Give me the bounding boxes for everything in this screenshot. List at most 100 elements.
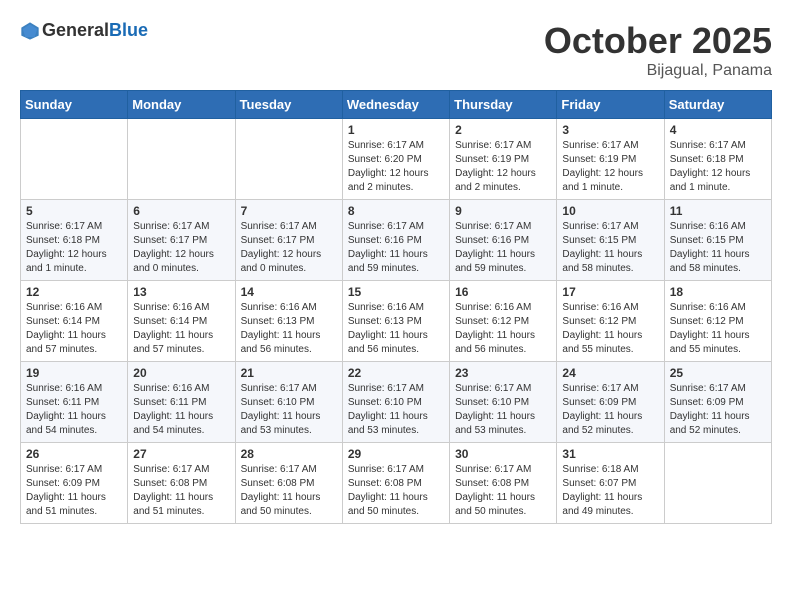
day-of-week-header: Friday [557, 91, 664, 119]
day-number: 15 [348, 285, 444, 299]
calendar-day-cell: 31 Sunrise: 6:18 AM Sunset: 6:07 PM Dayli… [557, 443, 664, 524]
day-number: 18 [670, 285, 766, 299]
calendar-day-cell: 21Sunrise: 6:17 AM Sunset: 6:10 PM Dayli… [235, 362, 342, 443]
calendar-day-cell: 7 Sunrise: 6:17 AM Sunset: 6:17 PM Daylig… [235, 200, 342, 281]
day-info: Sunrise: 6:16 AM Sunset: 6:14 PM Dayligh… [26, 301, 122, 357]
day-number: 31 [562, 447, 658, 461]
page-header: GeneralBlue October 2025 Bijagual, Panam… [20, 20, 772, 80]
day-info: Sunrise: 6:17 AM Sunset: 6:10 PM Dayligh… [348, 382, 444, 438]
day-of-week-header: Tuesday [235, 91, 342, 119]
calendar-day-cell: 9 Sunrise: 6:17 AM Sunset: 6:16 PM Daylig… [450, 200, 557, 281]
day-info: Sunrise: 6:17 AM Sunset: 6:09 PM Dayligh… [562, 382, 658, 438]
calendar-week-row: 19 Sunrise: 6:16 AM Sunset: 6:11 PM Dayli… [21, 362, 772, 443]
calendar-day-cell: 25 Sunrise: 6:17 AM Sunset: 6:09 PM Dayli… [664, 362, 771, 443]
calendar-header-row: SundayMondayTuesdayWednesdayThursdayFrid… [21, 91, 772, 119]
day-info: Sunrise: 6:17 AM Sunset: 6:19 PM Dayligh… [455, 139, 551, 195]
calendar-day-cell: 20 Sunrise: 6:16 AM Sunset: 6:11 PM Dayli… [128, 362, 235, 443]
day-number: 6 [133, 204, 229, 218]
day-info: Sunrise: 6:16 AM Sunset: 6:11 PM Dayligh… [26, 382, 122, 438]
calendar-day-cell: 29 Sunrise: 6:17 AM Sunset: 6:08 PM Dayli… [342, 443, 449, 524]
month-title: October 2025 [544, 20, 772, 62]
calendar-week-row: 1 Sunrise: 6:17 AM Sunset: 6:20 PM Daylig… [21, 119, 772, 200]
calendar-day-cell: 14 Sunrise: 6:16 AM Sunset: 6:13 PM Dayli… [235, 281, 342, 362]
day-number: 19 [26, 366, 122, 380]
calendar-day-cell: 22Sunrise: 6:17 AM Sunset: 6:10 PM Dayli… [342, 362, 449, 443]
calendar-table: SundayMondayTuesdayWednesdayThursdayFrid… [20, 90, 772, 524]
calendar-day-cell: 16 Sunrise: 6:16 AM Sunset: 6:12 PM Dayli… [450, 281, 557, 362]
calendar-day-cell: 15 Sunrise: 6:16 AM Sunset: 6:13 PM Dayli… [342, 281, 449, 362]
day-info: Sunrise: 6:18 AM Sunset: 6:07 PM Dayligh… [562, 463, 658, 519]
calendar-day-cell: 13 Sunrise: 6:16 AM Sunset: 6:14 PM Dayli… [128, 281, 235, 362]
calendar-day-cell: 1 Sunrise: 6:17 AM Sunset: 6:20 PM Daylig… [342, 119, 449, 200]
title-block: October 2025 Bijagual, Panama [544, 20, 772, 80]
day-info: Sunrise: 6:16 AM Sunset: 6:13 PM Dayligh… [348, 301, 444, 357]
day-info: Sunrise: 6:17 AM Sunset: 6:08 PM Dayligh… [348, 463, 444, 519]
day-number: 12 [26, 285, 122, 299]
calendar-week-row: 12 Sunrise: 6:16 AM Sunset: 6:14 PM Dayli… [21, 281, 772, 362]
calendar-day-cell: 17Sunrise: 6:16 AM Sunset: 6:12 PM Dayli… [557, 281, 664, 362]
day-info: Sunrise: 6:16 AM Sunset: 6:12 PM Dayligh… [455, 301, 551, 357]
day-number: 20 [133, 366, 229, 380]
calendar-day-cell: 8Sunrise: 6:17 AM Sunset: 6:16 PM Daylig… [342, 200, 449, 281]
day-number: 13 [133, 285, 229, 299]
day-number: 9 [455, 204, 551, 218]
logo-blue-text: Blue [109, 20, 148, 40]
day-info: Sunrise: 6:17 AM Sunset: 6:17 PM Dayligh… [133, 220, 229, 276]
day-info: Sunrise: 6:17 AM Sunset: 6:18 PM Dayligh… [26, 220, 122, 276]
day-number: 1 [348, 123, 444, 137]
day-info: Sunrise: 6:16 AM Sunset: 6:15 PM Dayligh… [670, 220, 766, 276]
day-info: Sunrise: 6:16 AM Sunset: 6:12 PM Dayligh… [562, 301, 658, 357]
day-number: 3 [562, 123, 658, 137]
calendar-day-cell [21, 119, 128, 200]
calendar-day-cell: 27 Sunrise: 6:17 AM Sunset: 6:08 PM Dayli… [128, 443, 235, 524]
day-of-week-header: Thursday [450, 91, 557, 119]
day-info: Sunrise: 6:16 AM Sunset: 6:12 PM Dayligh… [670, 301, 766, 357]
day-info: Sunrise: 6:17 AM Sunset: 6:16 PM Dayligh… [348, 220, 444, 276]
calendar-day-cell: 4Sunrise: 6:17 AM Sunset: 6:18 PM Daylig… [664, 119, 771, 200]
day-info: Sunrise: 6:16 AM Sunset: 6:13 PM Dayligh… [241, 301, 337, 357]
day-info: Sunrise: 6:17 AM Sunset: 6:15 PM Dayligh… [562, 220, 658, 276]
day-info: Sunrise: 6:16 AM Sunset: 6:11 PM Dayligh… [133, 382, 229, 438]
day-number: 23 [455, 366, 551, 380]
calendar-day-cell: 10 Sunrise: 6:17 AM Sunset: 6:15 PM Dayli… [557, 200, 664, 281]
day-info: Sunrise: 6:17 AM Sunset: 6:09 PM Dayligh… [670, 382, 766, 438]
day-number: 2 [455, 123, 551, 137]
day-info: Sunrise: 6:17 AM Sunset: 6:10 PM Dayligh… [455, 382, 551, 438]
day-info: Sunrise: 6:17 AM Sunset: 6:20 PM Dayligh… [348, 139, 444, 195]
location-text: Bijagual, Panama [544, 62, 772, 80]
day-of-week-header: Wednesday [342, 91, 449, 119]
day-of-week-header: Sunday [21, 91, 128, 119]
calendar-day-cell: 5 Sunrise: 6:17 AM Sunset: 6:18 PM Daylig… [21, 200, 128, 281]
calendar-day-cell: 11 Sunrise: 6:16 AM Sunset: 6:15 PM Dayli… [664, 200, 771, 281]
day-number: 29 [348, 447, 444, 461]
day-number: 7 [241, 204, 337, 218]
day-number: 25 [670, 366, 766, 380]
day-info: Sunrise: 6:17 AM Sunset: 6:08 PM Dayligh… [455, 463, 551, 519]
day-info: Sunrise: 6:17 AM Sunset: 6:08 PM Dayligh… [133, 463, 229, 519]
calendar-day-cell [235, 119, 342, 200]
day-number: 5 [26, 204, 122, 218]
day-number: 10 [562, 204, 658, 218]
calendar-day-cell [664, 443, 771, 524]
calendar-day-cell: 30 Sunrise: 6:17 AM Sunset: 6:08 PM Dayli… [450, 443, 557, 524]
logo-icon [20, 21, 40, 41]
day-number: 11 [670, 204, 766, 218]
calendar-day-cell [128, 119, 235, 200]
day-info: Sunrise: 6:16 AM Sunset: 6:14 PM Dayligh… [133, 301, 229, 357]
logo-general-text: General [42, 20, 109, 40]
day-number: 30 [455, 447, 551, 461]
calendar-day-cell: 3 Sunrise: 6:17 AM Sunset: 6:19 PM Daylig… [557, 119, 664, 200]
calendar-day-cell: 28Sunrise: 6:17 AM Sunset: 6:08 PM Dayli… [235, 443, 342, 524]
day-info: Sunrise: 6:17 AM Sunset: 6:08 PM Dayligh… [241, 463, 337, 519]
day-number: 14 [241, 285, 337, 299]
day-number: 16 [455, 285, 551, 299]
day-number: 27 [133, 447, 229, 461]
day-of-week-header: Monday [128, 91, 235, 119]
day-info: Sunrise: 6:17 AM Sunset: 6:19 PM Dayligh… [562, 139, 658, 195]
day-number: 24 [562, 366, 658, 380]
day-info: Sunrise: 6:17 AM Sunset: 6:10 PM Dayligh… [241, 382, 337, 438]
day-info: Sunrise: 6:17 AM Sunset: 6:16 PM Dayligh… [455, 220, 551, 276]
calendar-week-row: 26Sunrise: 6:17 AM Sunset: 6:09 PM Dayli… [21, 443, 772, 524]
calendar-day-cell: 19 Sunrise: 6:16 AM Sunset: 6:11 PM Dayli… [21, 362, 128, 443]
day-info: Sunrise: 6:17 AM Sunset: 6:17 PM Dayligh… [241, 220, 337, 276]
